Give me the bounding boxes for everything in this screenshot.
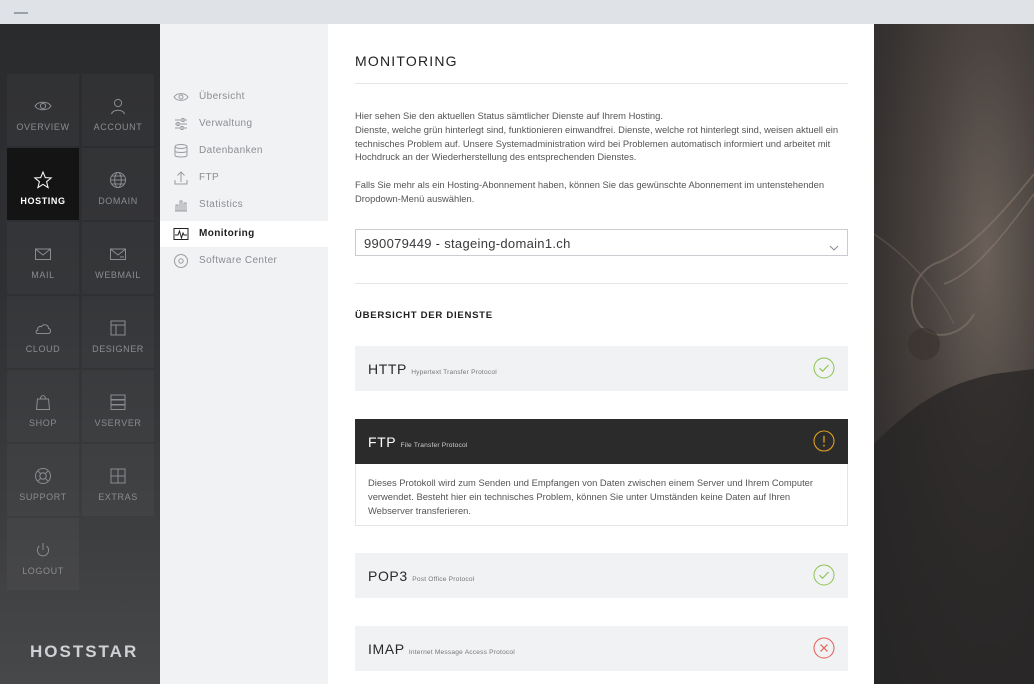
- service-label: HTTP: [368, 361, 407, 377]
- power-icon: [33, 540, 53, 560]
- layout-icon: [108, 318, 128, 338]
- service-description: File Transfer Protocol: [400, 442, 468, 449]
- submenu-item-label: Datenbanken: [199, 145, 263, 156]
- star-icon: [33, 170, 53, 190]
- service-description: Hypertext Transfer Protocol: [411, 369, 497, 376]
- service-row-ftp[interactable]: FTP File Transfer Protocol: [355, 419, 848, 464]
- bar-chart-icon: [173, 197, 189, 213]
- nav-tile-account[interactable]: ACCOUNT: [82, 74, 154, 146]
- submenu-item-monitoring[interactable]: Monitoring: [160, 221, 328, 247]
- service-name: FTP File Transfer Protocol: [368, 434, 468, 450]
- service-label: IMAP: [368, 641, 405, 657]
- upload-icon: [173, 170, 189, 186]
- nav-tile-extras[interactable]: EXTRAS: [82, 444, 154, 516]
- service-description: Internet Message Access Protocol: [408, 649, 515, 656]
- section-title: ÜBERSICHT DER DIENSTE: [355, 310, 493, 321]
- nav-tile-hosting[interactable]: HOSTING: [7, 148, 79, 220]
- submenu-item-label: FTP: [199, 172, 220, 183]
- nav-tile-label: EXTRAS: [98, 492, 138, 502]
- status-ok-icon: [813, 357, 835, 379]
- service-row-http[interactable]: HTTP Hypertext Transfer Protocol: [355, 346, 848, 391]
- eye-icon: [33, 96, 53, 116]
- status-warning-icon: [813, 430, 835, 452]
- service-label: POP3: [368, 568, 408, 584]
- nav-tile-vserver[interactable]: VSERVER: [82, 370, 154, 442]
- service-row-imap[interactable]: IMAP Internet Message Access Protocol: [355, 626, 848, 671]
- minimize-icon[interactable]: [14, 12, 28, 14]
- eye-icon: [173, 89, 189, 105]
- chevron-down-icon: [829, 239, 839, 251]
- envelope-send-icon: [108, 244, 128, 264]
- app-window: OVERVIEW ACCOUNT HOSTING DOMAIN MAIL WEB…: [0, 24, 1034, 684]
- disc-icon: [173, 253, 189, 269]
- submenu-item-software-center[interactable]: Software Center: [160, 248, 328, 274]
- window-titlebar: [0, 0, 1034, 24]
- service-label: FTP: [368, 434, 396, 450]
- nav-tile-label: LOGOUT: [22, 566, 64, 576]
- submenu-item-label: Statistics: [199, 199, 244, 210]
- nav-tile-mail[interactable]: MAIL: [7, 222, 79, 294]
- nav-tile-label: CLOUD: [25, 344, 61, 354]
- submenu-item-label: Monitoring: [199, 228, 255, 239]
- nav-tile-label: HOSTING: [20, 196, 66, 206]
- nav-tile-designer[interactable]: DESIGNER: [82, 296, 154, 368]
- nav-tile-label: DOMAIN: [98, 196, 138, 206]
- submenu-item-uebersicht[interactable]: Übersicht: [160, 84, 328, 110]
- hosting-submenu: Übersicht Verwaltung Datenbanken FTP Sta…: [160, 24, 328, 684]
- submenu-item-label: Übersicht: [199, 91, 245, 102]
- nav-tile-label: OVERVIEW: [16, 122, 70, 132]
- service-name: POP3 Post Office Protocol: [368, 568, 474, 584]
- hoststar-logo[interactable]: HOSTSTAR: [30, 642, 138, 662]
- monitoring-content: MONITORING Hier sehen Sie den aktuellen …: [328, 24, 874, 684]
- nav-tile-support[interactable]: SUPPORT: [7, 444, 79, 516]
- status-error-icon: [813, 637, 835, 659]
- nav-tile-label: SHOP: [29, 418, 57, 428]
- globe-icon: [108, 170, 128, 190]
- cloud-icon: [33, 318, 53, 338]
- database-icon: [173, 143, 189, 159]
- nav-tile-webmail[interactable]: WEBMAIL: [82, 222, 154, 294]
- service-description: Post Office Protocol: [412, 576, 475, 583]
- page-title: MONITORING: [355, 53, 458, 69]
- nav-tile-overview[interactable]: OVERVIEW: [7, 74, 79, 146]
- submenu-item-label: Software Center: [199, 255, 278, 266]
- status-ok-icon: [813, 564, 835, 586]
- nav-tile-logout[interactable]: LOGOUT: [7, 518, 79, 590]
- nav-tile-label: WEBMAIL: [95, 270, 141, 280]
- nav-tile-shop[interactable]: SHOP: [7, 370, 79, 442]
- server-icon: [108, 392, 128, 412]
- main-navigation: OVERVIEW ACCOUNT HOSTING DOMAIN MAIL WEB…: [0, 24, 160, 684]
- dropdown-selected-value: 990079449 - stageing-domain1.ch: [364, 236, 571, 251]
- intro-text: Hier sehen Sie den aktuellen Status sämt…: [355, 110, 839, 163]
- submenu-item-verwaltung[interactable]: Verwaltung: [160, 111, 328, 137]
- background-photo: [874, 24, 1034, 684]
- sliders-icon: [173, 116, 189, 132]
- pulse-icon: [173, 226, 189, 242]
- submenu-item-datenbanken[interactable]: Datenbanken: [160, 138, 328, 164]
- service-details-ftp: Dieses Protokoll wird zum Senden und Emp…: [355, 464, 848, 526]
- shopping-bag-icon: [33, 392, 53, 412]
- nav-tile-label: MAIL: [31, 270, 55, 280]
- divider: [355, 83, 848, 84]
- grid-plus-icon: [108, 466, 128, 486]
- submenu-item-ftp[interactable]: FTP: [160, 165, 328, 191]
- lifebuoy-icon: [33, 466, 53, 486]
- service-name: IMAP Internet Message Access Protocol: [368, 641, 515, 657]
- submenu-item-label: Verwaltung: [199, 118, 253, 129]
- nav-tile-cloud[interactable]: CLOUD: [7, 296, 79, 368]
- nav-tile-label: ACCOUNT: [93, 122, 143, 132]
- divider: [355, 283, 848, 284]
- nav-tile-label: DESIGNER: [92, 344, 144, 354]
- nav-tile-label: SUPPORT: [19, 492, 67, 502]
- service-name: HTTP Hypertext Transfer Protocol: [368, 361, 497, 377]
- subscription-dropdown[interactable]: 990079449 - stageing-domain1.ch: [355, 229, 848, 256]
- user-icon: [108, 96, 128, 116]
- submenu-item-statistics[interactable]: Statistics: [160, 192, 328, 218]
- service-row-pop3[interactable]: POP3 Post Office Protocol: [355, 553, 848, 598]
- nav-tile-label: VSERVER: [94, 418, 142, 428]
- nav-tile-domain[interactable]: DOMAIN: [82, 148, 154, 220]
- subscription-hint: Falls Sie mehr als ein Hosting-Abonnemen…: [355, 179, 825, 204]
- envelope-icon: [33, 244, 53, 264]
